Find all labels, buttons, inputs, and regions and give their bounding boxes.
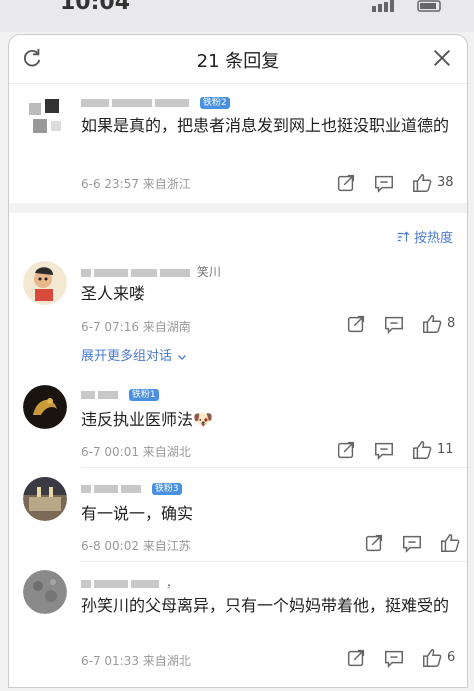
fan-badge: 铁粉3 [151,482,182,495]
chevron-down-icon [178,354,187,360]
share-icon[interactable] [363,532,385,554]
reply-actions [363,532,463,554]
sort-toggle[interactable]: 按热度 [396,227,453,246]
close-icon[interactable] [431,47,453,69]
reply-meta: 6-7 01:33 来自湖北 [81,654,191,668]
row-divider [81,467,467,468]
sort-icon [397,231,410,242]
reply-text: 违反执业医师法🐶 [81,410,213,429]
avatar[interactable] [23,261,67,305]
like-count: 11 [437,442,454,457]
expand-more-link[interactable]: 展开更多组对话 [81,345,188,364]
reply-actions: 8 [345,313,465,335]
page-title: 21 条回复 [196,51,280,72]
username[interactable]: 铁粉2 [81,95,230,109]
reply-actions: 11 [335,439,465,461]
reply-actions: 6 [345,647,465,669]
avatar[interactable] [25,97,69,141]
avatar[interactable] [23,385,67,429]
reply-meta: 6-7 00:01 来自湖北 [81,445,191,459]
status-bar: 10:04 [0,0,474,32]
sheet-header: 21 条回复 [9,35,467,84]
share-icon[interactable] [335,172,357,194]
comment-icon[interactable] [373,439,395,461]
avatar[interactable] [23,570,67,614]
comment-actions: 38 [335,172,465,194]
reply-text: 有一说一，确实 [81,504,194,523]
avatar[interactable] [23,477,67,521]
sort-label: 按热度 [413,231,453,246]
reply-meta: 6-7 07:16 来自湖南 [81,320,191,334]
comment-icon[interactable] [383,313,405,335]
like-count: 8 [447,316,456,331]
username[interactable]: 笑川 [81,263,221,280]
like-icon[interactable] [411,172,433,194]
like-icon[interactable] [411,439,433,461]
row-divider [81,561,467,562]
comment-meta: 6-6 23:57 来自浙江 [81,177,191,191]
section-divider [9,203,467,213]
status-icons [372,0,441,12]
username[interactable]: 铁粉1 [81,387,159,401]
username[interactable]: 铁粉3 [81,481,182,495]
comment-icon[interactable] [401,532,423,554]
dog-emoji-icon: 🐶 [193,410,213,429]
fan-badge: 铁粉1 [128,388,159,401]
status-time: 10:04 [60,0,131,15]
like-icon[interactable] [439,532,461,554]
reply-text: 孙笑川的父母离异，只有一个妈妈带着他，挺难受的 [81,596,450,615]
like-icon[interactable] [421,647,443,669]
comment-text: 如果是真的，把患者消息发到网上也挺没职业道德的 [81,116,450,135]
like-icon[interactable] [421,313,443,335]
share-icon[interactable] [335,439,357,461]
comment-icon[interactable] [373,172,395,194]
fan-badge: 铁粉2 [199,96,230,109]
reply-meta: 6-8 00:02 来自江苏 [81,539,191,553]
replies-sheet: 21 条回复 铁粉2 如果是真的，把患者消息发到网上也挺没职业道德的 6-6 2… [8,34,468,688]
username[interactable]: ， [81,574,178,591]
like-count: 38 [437,175,454,190]
comment-icon[interactable] [383,647,405,669]
share-icon[interactable] [345,647,367,669]
share-icon[interactable] [345,313,367,335]
reply-text: 圣人来喽 [81,284,146,303]
like-count: 6 [447,650,456,665]
